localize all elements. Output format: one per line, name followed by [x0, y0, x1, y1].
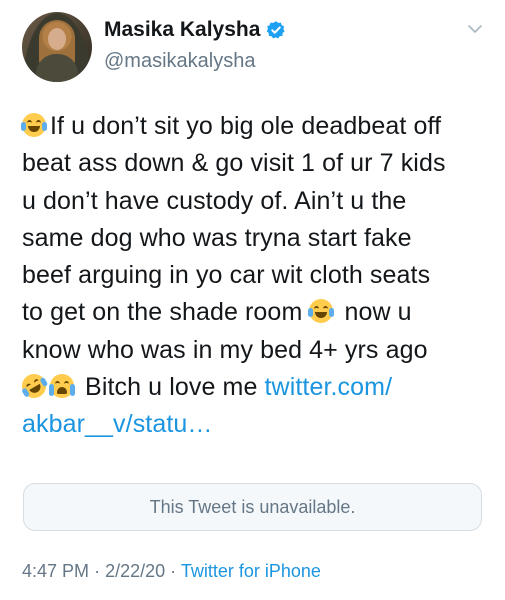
verified-badge-icon — [267, 21, 286, 39]
rofl-emoji-icon — [17, 369, 51, 403]
joy-emoji-icon — [308, 299, 335, 324]
display-name[interactable]: Masika Kalysha — [104, 18, 260, 42]
tweet-line: If u don’t sit yo big ole deadbeat off — [21, 108, 487, 145]
tweet-header: Masika Kalysha @masikakalysha — [22, 12, 492, 84]
tweet-line: beef arguing in yo car wit cloth seats — [22, 261, 431, 290]
chevron-down-icon[interactable] — [466, 20, 484, 38]
avatar[interactable] — [22, 12, 92, 82]
tweet-line: know who was in my bed 4+ yrs ago — [22, 335, 428, 364]
tweet-metadata: 4:47 PM · 2/22/20 · Twitter for iPhone — [22, 561, 321, 582]
tweet-line: u don’t have custody of. Ain’t u the — [22, 186, 407, 215]
separator: · — [170, 561, 177, 581]
joy-emoji-icon — [21, 113, 47, 137]
tweet-date[interactable]: 2/22/20 — [105, 561, 165, 581]
tweet-link[interactable]: twitter.com/ — [265, 373, 393, 401]
sob-emoji-icon — [49, 374, 75, 399]
quoted-tweet-text: This Tweet is unavailable. — [149, 496, 356, 517]
user-handle[interactable]: @masikakalysha — [104, 50, 255, 73]
quoted-tweet-unavailable[interactable]: This Tweet is unavailable. — [23, 483, 482, 531]
tweet-source-link[interactable]: Twitter for iPhone — [181, 561, 321, 581]
separator: · — [94, 561, 101, 581]
tweet-line: same dog who was tryna start fake — [22, 223, 412, 252]
tweet-line: beat ass down & go visit 1 of ur 7 kids — [22, 149, 446, 178]
tweet-line: to get on the shade room now u — [22, 298, 412, 327]
tweet-time[interactable]: 4:47 PM — [22, 561, 89, 581]
tweet-text: If u don’t sit yo big ole deadbeat off b… — [17, 108, 487, 444]
tweet-line: Bitch u love me twitter.com/ — [17, 369, 487, 406]
tweet-link-continued[interactable]: akbar__v/statu… — [22, 406, 487, 443]
name-row[interactable]: Masika Kalysha — [104, 18, 286, 42]
